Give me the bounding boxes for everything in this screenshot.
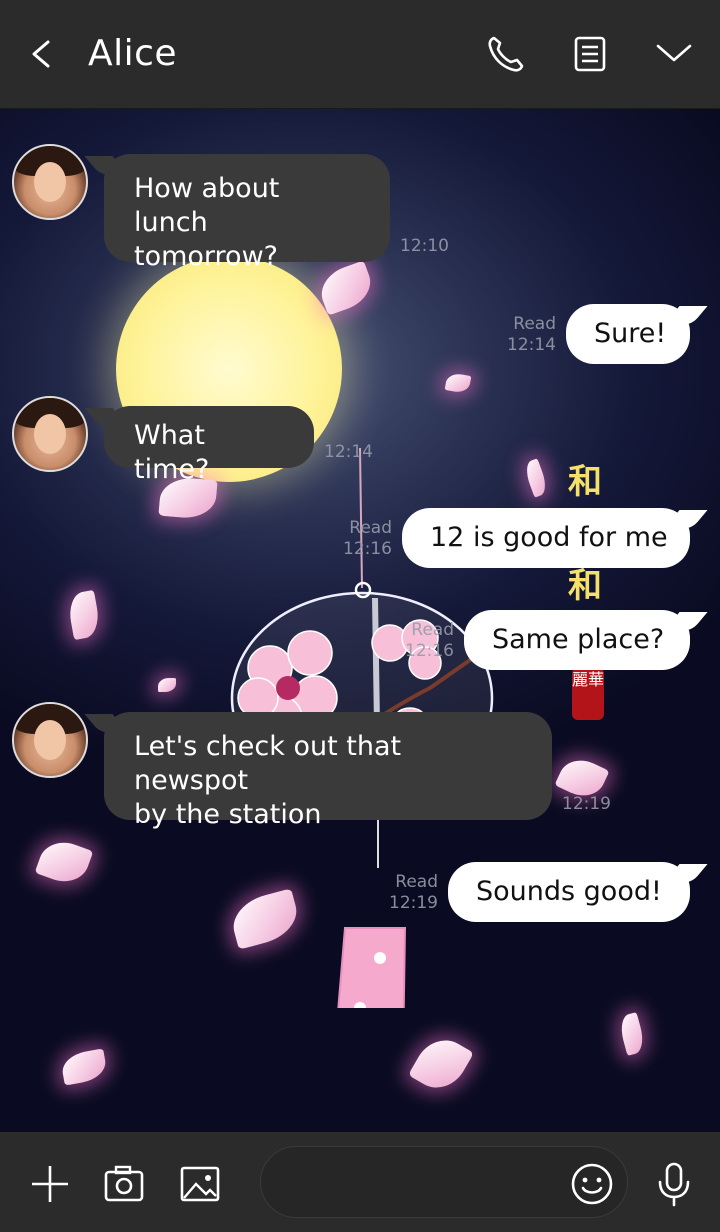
incoming-message-bubble[interactable]: What time?	[104, 406, 314, 485]
message-text: Let's check out that newspot	[134, 731, 402, 796]
message-text: tomorrow?	[134, 241, 278, 272]
read-receipt: Read 12:19	[386, 872, 438, 914]
message-text: What time?	[134, 420, 210, 485]
message-text: by the station	[134, 799, 322, 830]
petal-decoration	[408, 1029, 474, 1099]
outgoing-message-bubble[interactable]: Sounds good!	[448, 862, 690, 922]
chat-title: Alice	[88, 33, 178, 74]
avatar[interactable]	[12, 702, 88, 778]
chat-area[interactable]: 和 和 麗華 How about lunch tomorrow? 12:10 R…	[0, 108, 720, 1132]
petal-decoration	[158, 678, 176, 692]
outgoing-message-bubble[interactable]: 12 is good for me	[402, 508, 690, 568]
petal-decoration	[66, 589, 102, 641]
composer-bar	[0, 1132, 720, 1232]
read-label: Read	[349, 518, 392, 538]
memo-icon[interactable]	[568, 32, 612, 76]
message-time: 12:19	[389, 893, 438, 913]
read-label: Read	[411, 620, 454, 640]
petal-decoration	[34, 834, 94, 890]
outgoing-message-bubble[interactable]: Sure!	[566, 304, 690, 364]
plus-icon[interactable]	[26, 1160, 74, 1208]
incoming-message-bubble[interactable]: How about lunch tomorrow?	[104, 154, 390, 272]
read-receipt: Read 12:14	[500, 314, 556, 356]
image-icon[interactable]	[176, 1160, 224, 1208]
message-time: 12:10	[400, 236, 449, 256]
emoji-icon[interactable]	[568, 1160, 616, 1208]
incoming-message-bubble[interactable]: Let's check out that newspot by the stat…	[104, 712, 552, 830]
petal-decoration	[617, 1012, 647, 1056]
message-time: 12:19	[562, 794, 611, 814]
camera-icon[interactable]	[100, 1160, 148, 1208]
kanji-decoration: 和	[568, 462, 602, 502]
message-time: 12:14	[507, 335, 556, 355]
read-label: Read	[513, 314, 556, 334]
read-receipt: Read 12:16	[402, 620, 454, 662]
petal-decoration	[522, 458, 550, 498]
read-label: Read	[395, 872, 438, 892]
message-text: How about lunch	[134, 173, 280, 238]
phone-icon[interactable]	[484, 32, 528, 76]
back-arrow-icon[interactable]	[22, 34, 62, 74]
message-time: 12:16	[343, 539, 392, 559]
outgoing-message-bubble[interactable]: Same place?	[464, 610, 690, 670]
message-time: 12:14	[324, 442, 373, 462]
microphone-icon[interactable]	[650, 1160, 698, 1208]
read-receipt: Read 12:16	[340, 518, 392, 560]
avatar[interactable]	[12, 144, 88, 220]
petal-decoration	[59, 1048, 109, 1086]
avatar[interactable]	[12, 396, 88, 472]
seal-stamp: 麗華	[572, 668, 604, 720]
chat-header: Alice	[0, 0, 720, 109]
chevron-down-icon[interactable]	[652, 32, 696, 76]
message-time: 12:16	[405, 641, 454, 661]
